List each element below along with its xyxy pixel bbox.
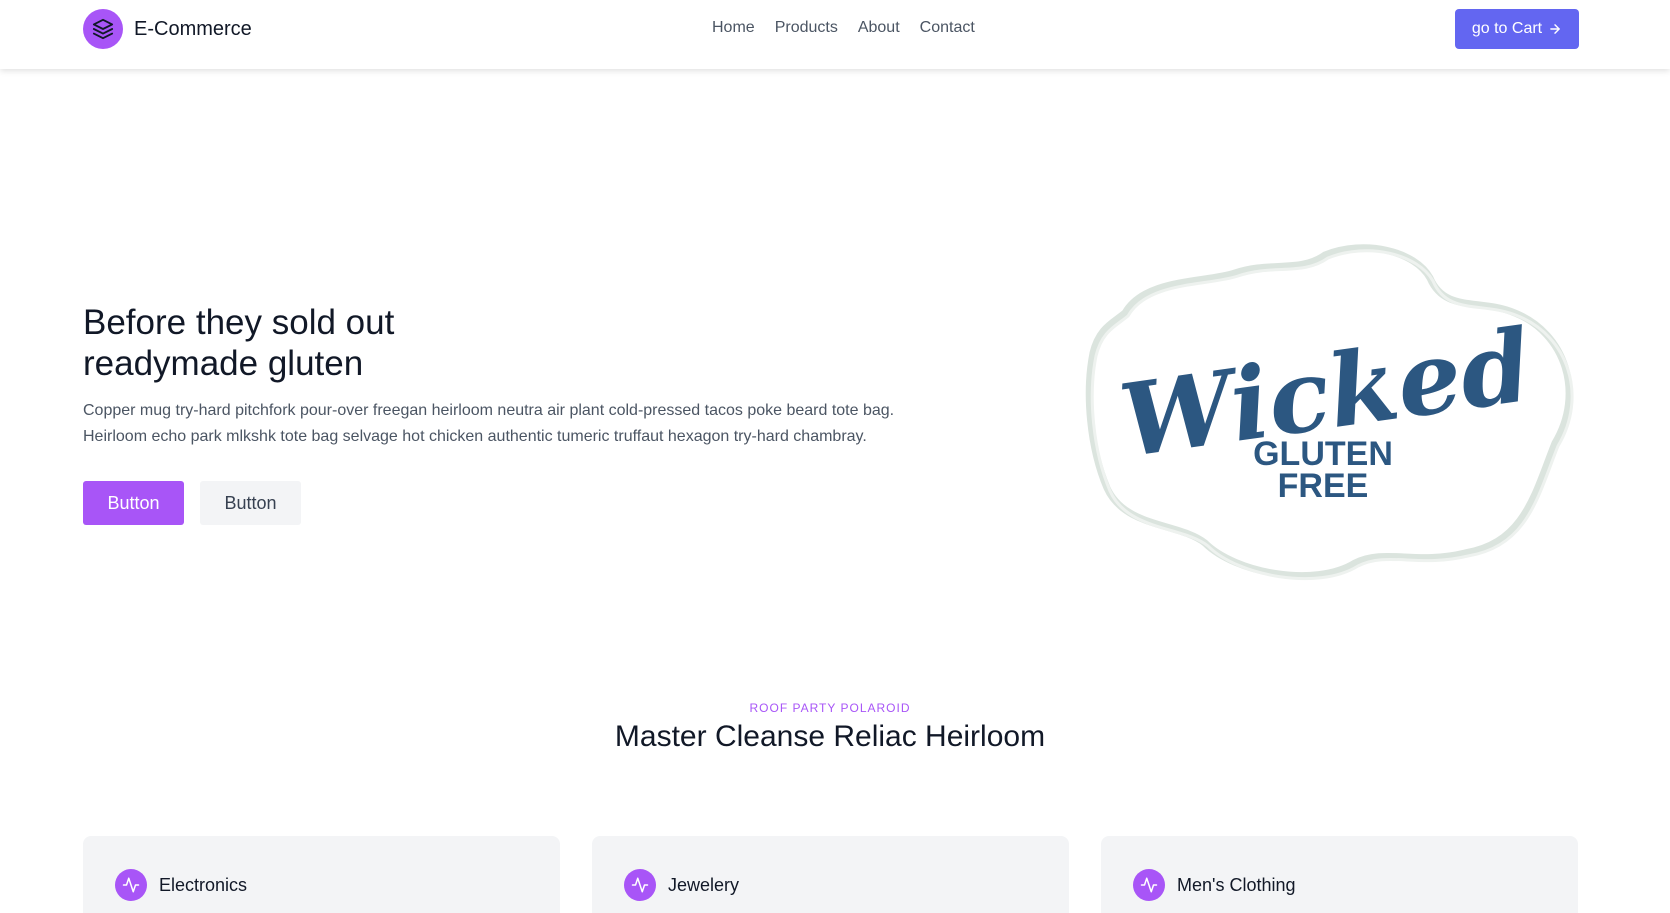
arrow-right-icon [1550,24,1560,34]
category-card-mens-clothing[interactable]: Men's Clothing [1101,836,1578,913]
hero-description: Copper mug try-hard pitchfork pour-over … [83,402,895,445]
go-to-cart-button[interactable]: go to Cart [1455,9,1579,49]
hero-title-line-1: Before they sold out [83,303,395,342]
hero-image-line-2: FREE [1278,467,1369,505]
card-title: Men's Clothing [1177,874,1296,895]
brand-name: E-Commerce [134,17,252,40]
activity-icon [115,869,147,901]
hero-title-line-2: readymade gluten [83,344,364,383]
activity-icon [1133,869,1165,901]
main-nav: Home Products About Contact [712,19,975,37]
activity-icon [624,869,656,901]
nav-link-about[interactable]: About [858,19,900,37]
brand[interactable]: E-Commerce [83,9,252,49]
category-card-jewelery[interactable]: Jewelery [592,836,1069,913]
site-header: E-Commerce Home Products About Contact g… [0,0,1670,69]
nav-link-contact[interactable]: Contact [920,19,975,37]
nav-link-home[interactable]: Home [712,19,755,37]
section-eyebrow: ROOF PARTY POLAROID [749,701,911,715]
cart-button-label: go to Cart [1471,20,1543,37]
hero-image: Wicked GLUTEN FREE [1085,244,1574,581]
hero-secondary-button[interactable]: Button [200,481,301,525]
category-card-electronics[interactable]: Electronics [83,836,560,913]
layers-icon [83,9,123,49]
hero-primary-button[interactable]: Button [83,481,184,525]
card-title: Jewelery [668,874,740,895]
nav-link-products[interactable]: Products [775,19,838,37]
card-title: Electronics [159,874,248,895]
section-title: Master Cleanse Reliac Heirloom [614,720,1046,753]
hero-title: Before they sold out readymade gluten [83,302,583,384]
